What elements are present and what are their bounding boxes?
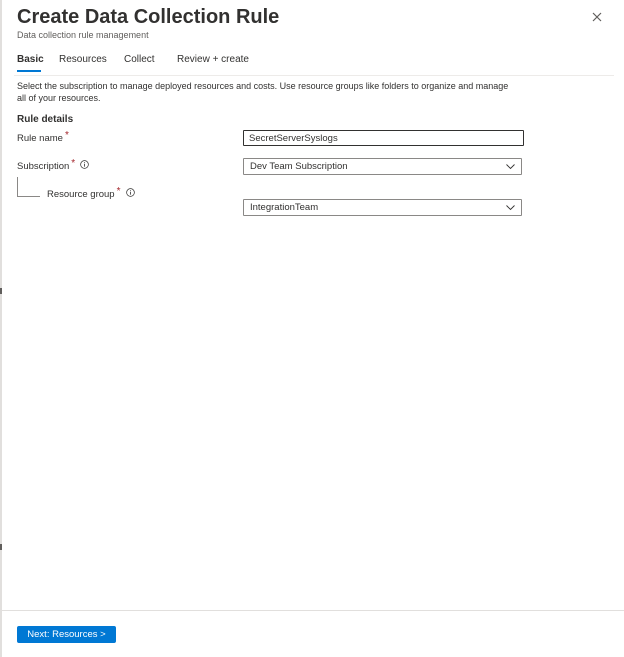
active-tab-indicator (17, 70, 41, 72)
rule-name-input[interactable] (243, 130, 524, 146)
resource-group-label: Resource group * (47, 186, 135, 200)
tab-review-create[interactable]: Review + create (177, 54, 249, 65)
tabs-divider (14, 75, 614, 76)
required-marker: * (64, 130, 69, 141)
info-icon[interactable] (80, 160, 89, 169)
close-icon (592, 12, 602, 22)
rule-name-label: Rule name * (17, 130, 69, 144)
section-description: Select the subscription to manage deploy… (17, 81, 509, 103)
rule-name-label-text: Rule name (17, 133, 63, 144)
subscription-dropdown-value: Dev Team Subscription (250, 161, 348, 172)
footer-divider (2, 610, 624, 611)
subscription-label: Subscription * (17, 158, 89, 172)
resource-group-label-text: Resource group (47, 189, 115, 200)
tab-resources[interactable]: Resources (59, 54, 107, 65)
info-icon[interactable] (125, 188, 135, 197)
tree-connector (17, 177, 40, 197)
subscription-label-text: Subscription (17, 161, 70, 172)
left-edge-mark (0, 544, 2, 550)
required-marker: * (116, 186, 121, 197)
tab-collect[interactable]: Collect (124, 54, 155, 65)
rule-details-heading: Rule details (17, 114, 74, 125)
left-edge-divider (0, 0, 2, 657)
next-resources-button[interactable]: Next: Resources > (17, 626, 116, 643)
resource-group-dropdown[interactable]: IntegrationTeam (243, 199, 522, 216)
tab-basic[interactable]: Basic (17, 54, 44, 65)
subscription-dropdown[interactable]: Dev Team Subscription (243, 158, 522, 175)
resource-group-dropdown-value: IntegrationTeam (250, 202, 319, 213)
page-subtitle: Data collection rule management (17, 30, 149, 40)
left-edge-mark (0, 288, 2, 294)
chevron-down-icon (506, 164, 515, 170)
close-button[interactable] (590, 10, 604, 24)
page-title: Create Data Collection Rule (17, 6, 280, 28)
create-data-collection-rule-panel: Create Data Collection Rule Data collect… (0, 0, 624, 657)
chevron-down-icon (506, 205, 515, 211)
required-marker: * (71, 158, 76, 169)
